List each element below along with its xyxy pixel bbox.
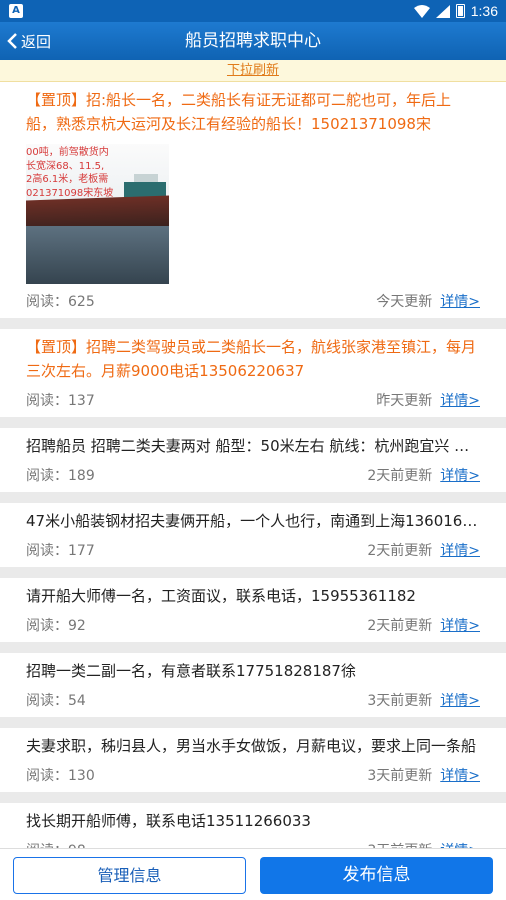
list-item[interactable]: 招聘船员 招聘二类夫妻两对 船型：50米左右 航线：杭州跑宜兴 工资面议 阅读：… — [0, 428, 506, 492]
item-title: 47米小船装钢材招夫妻俩开船，一个人也行，南通到上海13601635988 — [26, 512, 480, 530]
battery-icon — [455, 4, 465, 18]
item-title: 请开船大师傅一名，工资面议，联系电话，15955361182 — [26, 587, 416, 605]
update-time: 2天前更新 — [367, 543, 433, 559]
list-item[interactable]: 招聘一类二副一名，有意者联系17751828187徐 阅读：54 3天前更新 详… — [0, 653, 506, 717]
signal-icon — [435, 4, 450, 18]
item-title: 【置顶】招:船长一名，二类船长有证无证都可二舵也可，年后上船，熟悉京杭大运河及长… — [26, 91, 452, 133]
list-item[interactable]: 【置顶】招聘二类驾驶员或二类船长一名，航线张家港至镇江，每月三次左右。月薪900… — [0, 329, 506, 417]
ship-photo[interactable]: 00吨，前驾散货内 长宽深68、11.5, 2高6.1米，老板需 0213710… — [26, 144, 169, 284]
read-count: 阅读：92 — [26, 618, 86, 634]
app-notification-icon: A — [9, 4, 23, 18]
system-icons: 1:36 — [413, 2, 498, 20]
update-time: 3天前更新 — [367, 768, 433, 784]
job-list: 【置顶】招:船长一名，二类船长有证无证都可二舵也可，年后上船，熟悉京杭大运河及长… — [0, 82, 506, 878]
item-meta: 阅读：54 3天前更新 详情> — [26, 683, 480, 717]
item-title: 找长期开船师傅，联系电话13511266033 — [26, 812, 311, 830]
update-time: 今天更新 — [376, 294, 433, 310]
read-count: 阅读：137 — [26, 393, 95, 409]
detail-link[interactable]: 详情> — [440, 540, 480, 560]
item-title: 招聘一类二副一名，有意者联系17751828187徐 — [26, 662, 356, 680]
detail-link[interactable]: 详情> — [440, 765, 480, 785]
item-meta: 阅读：130 3天前更新 详情> — [26, 758, 480, 792]
manage-info-button[interactable]: 管理信息 — [13, 857, 246, 894]
read-count: 阅读：177 — [26, 543, 95, 559]
read-count: 阅读：130 — [26, 768, 95, 784]
wifi-icon — [413, 4, 430, 18]
list-item[interactable]: 夫妻求职，秭归县人，男当水手女做饭，月薪电议，要求上同一条船 阅读：130 3天… — [0, 728, 506, 792]
item-title: 【置顶】招聘二类驾驶员或二类船长一名，航线张家港至镇江，每月三次左右。月薪900… — [26, 338, 477, 380]
update-time: 昨天更新 — [376, 393, 433, 409]
detail-link[interactable]: 详情> — [440, 690, 480, 710]
detail-link[interactable]: 详情> — [440, 291, 480, 311]
item-meta: 阅读：92 2天前更新 详情> — [26, 608, 480, 642]
photo-caption: 00吨，前驾散货内 长宽深68、11.5, 2高6.1米，老板需 0213710… — [26, 147, 114, 199]
read-count: 阅读：189 — [26, 468, 95, 484]
update-time: 2天前更新 — [367, 618, 433, 634]
item-meta: 阅读：177 2天前更新 详情> — [26, 533, 480, 567]
read-count: 阅读：54 — [26, 693, 86, 709]
update-time: 3天前更新 — [367, 693, 433, 709]
update-time: 2天前更新 — [367, 468, 433, 484]
detail-link[interactable]: 详情> — [440, 390, 480, 410]
status-bar: A 1:36 — [0, 0, 506, 22]
bottom-action-bar: 管理信息 发布信息 — [0, 848, 506, 900]
list-item[interactable]: 47米小船装钢材招夫妻俩开船，一个人也行，南通到上海13601635988 阅读… — [0, 503, 506, 567]
item-meta: 阅读：137 昨天更新 详情> — [26, 383, 480, 417]
publish-info-button[interactable]: 发布信息 — [260, 857, 493, 894]
refresh-label: 下拉刷新 — [226, 63, 279, 78]
detail-link[interactable]: 详情> — [440, 465, 480, 485]
pull-to-refresh-hint: 下拉刷新 — [0, 60, 506, 82]
clock: 1:36 — [470, 3, 498, 19]
nav-bar: 返回 船员招聘求职中心 — [0, 22, 506, 60]
list-item[interactable]: 【置顶】招:船长一名，二类船长有证无证都可二舵也可，年后上船，熟悉京杭大运河及长… — [0, 82, 506, 318]
read-count: 阅读：625 — [26, 294, 95, 310]
item-meta: 阅读：189 2天前更新 详情> — [26, 458, 480, 492]
list-item[interactable]: 请开船大师傅一名，工资面议，联系电话，15955361182 阅读：92 2天前… — [0, 578, 506, 642]
detail-link[interactable]: 详情> — [440, 615, 480, 635]
item-title: 招聘船员 招聘二类夫妻两对 船型：50米左右 航线：杭州跑宜兴 工资面议 — [26, 437, 480, 455]
page-title: 船员招聘求职中心 — [185, 31, 321, 51]
item-title: 夫妻求职，秭归县人，男当水手女做饭，月薪电议，要求上同一条船 — [26, 737, 477, 755]
item-meta: 阅读：625 今天更新 详情> — [26, 284, 480, 318]
